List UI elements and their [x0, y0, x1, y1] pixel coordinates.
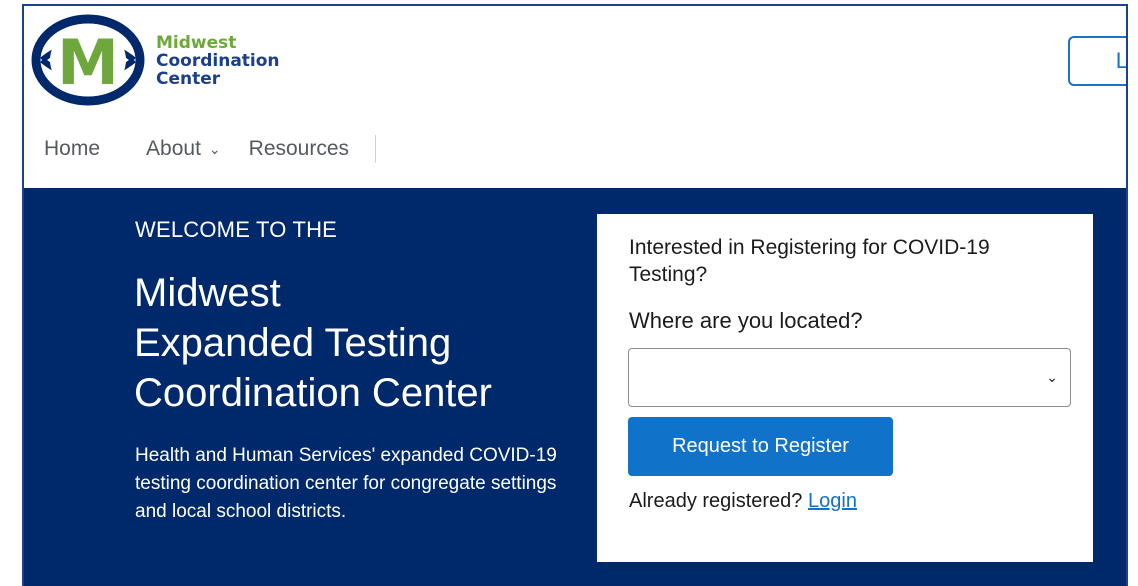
nav-about-label: About: [146, 137, 201, 160]
registration-question: Interested in Registering for COVID-19 T…: [629, 236, 990, 286]
login-link[interactable]: Login: [808, 490, 857, 512]
logo-letter: M: [57, 26, 119, 99]
page-title: Midwest Expanded Testing Coordination Ce…: [134, 268, 574, 418]
title-line-1: Midwest: [134, 271, 281, 315]
nav-resources[interactable]: Resources: [249, 137, 349, 161]
nav-about[interactable]: About ⌄: [146, 137, 221, 161]
hero-section: WELCOME TO THE Midwest Expanded Testing …: [24, 188, 1126, 586]
title-line-2: Expanded Testing: [134, 321, 452, 365]
title-line-3: Coordination Center: [134, 371, 492, 415]
already-registered-text: Already registered?: [629, 490, 803, 512]
registration-card: Interested in Registering for COVID-19 T…: [597, 214, 1093, 562]
logo-text[interactable]: Midwest Coordination Center: [156, 34, 356, 88]
chevron-down-icon: ⌄: [208, 140, 221, 157]
login-button[interactable]: Lo: [1068, 36, 1126, 86]
welcome-text: WELCOME TO THE: [135, 217, 338, 242]
mcc-logo-icon[interactable]: M: [30, 14, 146, 106]
logo-line-3: Center: [156, 69, 221, 89]
nav-home[interactable]: Home: [44, 137, 100, 161]
browser-frame: M Midwest Coordination Center Lo Home Ab…: [22, 4, 1128, 586]
main-nav: Home About ⌄ Resources: [44, 134, 377, 164]
already-registered: Already registered? Login: [629, 490, 857, 513]
site-header: M Midwest Coordination Center Lo Home Ab…: [24, 6, 1126, 186]
request-to-register-button[interactable]: Request to Register: [628, 417, 893, 476]
location-select[interactable]: ⌄: [628, 348, 1071, 407]
location-label: Where are you located?: [629, 308, 863, 333]
chevron-down-icon: ⌄: [1046, 369, 1058, 385]
hero-description: Health and Human Services' expanded COVI…: [135, 445, 557, 522]
nav-divider: [375, 135, 377, 163]
logo-line-1: Midwest: [156, 33, 237, 53]
logo-line-2: Coordination: [156, 51, 280, 71]
